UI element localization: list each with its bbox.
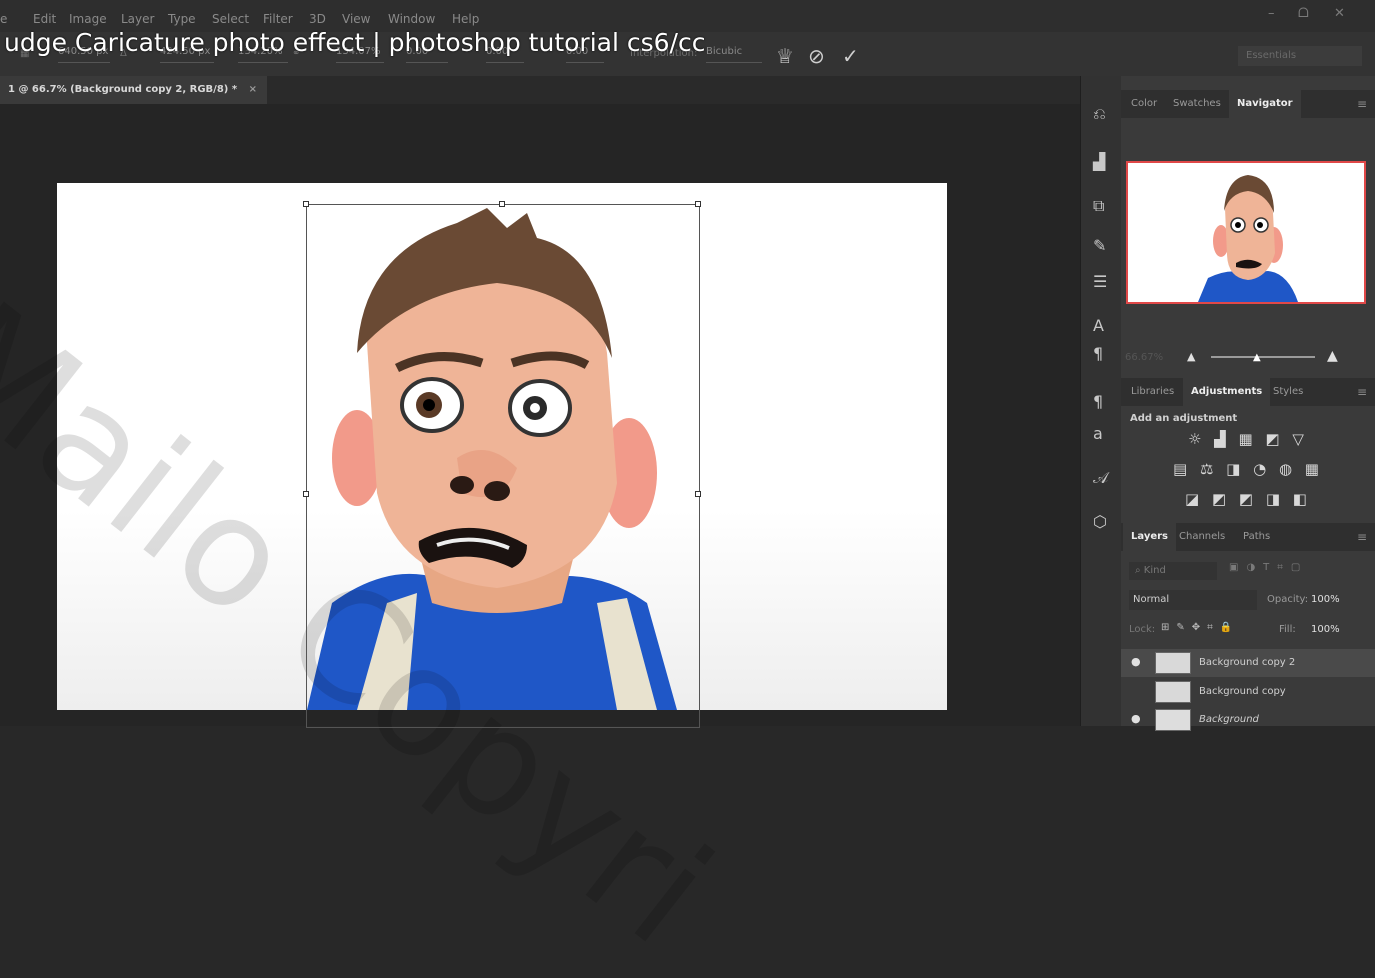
fill-label: Fill: <box>1279 624 1296 635</box>
layer-thumbnail <box>1155 681 1191 703</box>
transform-handle-top[interactable] <box>499 201 505 207</box>
warp-mode-icon[interactable]: ♕ <box>776 44 794 68</box>
layer-filter-row: ⌕ Kind ▣◑T⌗▢ <box>1129 560 1367 582</box>
transform-handle-left[interactable] <box>303 491 309 497</box>
navigator-panel-header: Color Swatches Navigator ≡ <box>1121 90 1375 118</box>
adjustment-icons-row-1[interactable]: ☼ ▟ ▦ ◩ ▽ <box>1121 430 1375 448</box>
layer-name: Background copy 2 <box>1199 657 1296 668</box>
tab-channels[interactable]: Channels <box>1171 523 1233 551</box>
adjustment-icons-row-3[interactable]: ◪ ◩ ◩ ◨ ◧ <box>1121 490 1375 508</box>
menu-file[interactable]: e <box>0 12 7 26</box>
menu-help[interactable]: Help <box>452 12 479 26</box>
transform-bounding-box[interactable] <box>306 204 700 728</box>
right-panel-area: Color Swatches Navigator ≡ 66.67% ▲ ▲ ▲ … <box>1121 76 1375 731</box>
clone-source-icon[interactable]: ⧉ <box>1093 196 1104 216</box>
paragraph-styles-icon[interactable]: ¶ <box>1093 392 1103 411</box>
adjustments-title: Add an adjustment <box>1130 413 1238 424</box>
menu-type[interactable]: Type <box>168 12 196 26</box>
video-title: udge Caricature photo effect | photoshop… <box>4 28 706 57</box>
character-styles-icon[interactable]: a <box>1093 424 1103 443</box>
minimize-icon[interactable]: – <box>1268 6 1275 21</box>
menu-filter[interactable]: Filter <box>263 12 293 26</box>
filter-kind-label: Kind <box>1143 565 1166 576</box>
document-tab-label: 1 @ 66.7% (Background copy 2, RGB/8) * <box>8 84 238 95</box>
3d-icon[interactable]: ⬡ <box>1093 512 1107 531</box>
menu-layer[interactable]: Layer <box>121 12 154 26</box>
transform-handle-top-right[interactable] <box>695 201 701 207</box>
levels-icon[interactable]: ▟ <box>1093 152 1105 171</box>
panel-dock-strip: ⎌ ▟ ⧉ ✎ ☰ A ¶ ¶ a 𝒜 ⬡ <box>1080 76 1121 726</box>
menu-image[interactable]: Image <box>69 12 107 26</box>
character-icon[interactable]: A <box>1093 316 1104 335</box>
cancel-transform-icon[interactable]: ⊘ <box>808 44 825 68</box>
zoom-out-icon[interactable]: ▲ <box>1187 350 1195 363</box>
layer-row-background-copy[interactable]: Background copy <box>1121 678 1375 706</box>
interpolation-select[interactable]: Bicubic <box>706 46 762 63</box>
glyphs-icon[interactable]: 𝒜 <box>1093 468 1108 488</box>
zoom-in-icon[interactable]: ▲ <box>1327 348 1338 364</box>
layer-name: Background copy <box>1199 686 1286 697</box>
adjustments-panel-header: Libraries Adjustments Styles ≡ <box>1121 378 1375 406</box>
zoom-slider-track[interactable] <box>1211 356 1315 358</box>
fill-value[interactable]: 100% <box>1311 624 1340 635</box>
layer-row-background-copy-2[interactable]: ● Background copy 2 <box>1121 649 1375 677</box>
adjustments-menu-icon[interactable]: ≡ <box>1357 378 1367 406</box>
adjustment-icons-row-2[interactable]: ▤ ⚖ ◨ ◔ ◍ ▦ <box>1121 460 1375 478</box>
layers-menu-icon[interactable]: ≡ <box>1357 523 1367 551</box>
document-tab-bar: 1 @ 66.7% (Background copy 2, RGB/8) * × <box>0 76 1080 104</box>
commit-transform-icon[interactable]: ✓ <box>842 44 859 68</box>
transform-handle-top-left[interactable] <box>303 201 309 207</box>
document-close-icon[interactable]: × <box>249 84 257 95</box>
navigator-thumbnail <box>1198 175 1298 302</box>
navigator-preview[interactable] <box>1126 161 1366 304</box>
blend-row: Normal Opacity: 100% <box>1129 590 1367 612</box>
lock-row: Lock: ⊞✎✥⌗🔒 Fill: 100% <box>1129 620 1367 642</box>
layer-filter-icons[interactable]: ▣◑T⌗▢ <box>1229 562 1308 573</box>
document-tab[interactable]: 1 @ 66.7% (Background copy 2, RGB/8) * × <box>0 76 267 104</box>
brush-presets-icon[interactable]: ✎ <box>1093 236 1106 255</box>
layer-row-background[interactable]: ● Background <box>1121 706 1375 734</box>
navigator-zoom-row: 66.67% ▲ ▲ ▲ <box>1121 346 1375 372</box>
menu-edit[interactable]: Edit <box>33 12 56 26</box>
tab-paths[interactable]: Paths <box>1235 523 1278 551</box>
zoom-slider-thumb[interactable]: ▲ <box>1253 352 1261 363</box>
opacity-value[interactable]: 100% <box>1311 594 1340 605</box>
menu-view[interactable]: View <box>342 12 370 26</box>
history-icon[interactable]: ⎌ <box>1093 104 1106 124</box>
layer-thumbnail <box>1155 652 1191 674</box>
lock-label: Lock: <box>1129 624 1156 635</box>
menu-window[interactable]: Window <box>388 12 435 26</box>
panel-menu-icon[interactable]: ≡ <box>1357 90 1367 118</box>
transform-handle-right[interactable] <box>695 491 701 497</box>
close-icon[interactable]: ✕ <box>1334 6 1345 21</box>
tab-styles[interactable]: Styles <box>1265 378 1311 406</box>
tab-layers[interactable]: Layers <box>1123 523 1176 551</box>
tab-navigator[interactable]: Navigator <box>1229 90 1301 118</box>
tool-presets-icon[interactable]: ☰ <box>1093 272 1107 291</box>
menu-select[interactable]: Select <box>212 12 249 26</box>
blend-mode-select[interactable]: Normal <box>1129 590 1257 610</box>
tab-adjustments[interactable]: Adjustments <box>1183 378 1271 406</box>
eye-icon[interactable]: ● <box>1131 712 1141 725</box>
layer-thumbnail <box>1155 709 1191 731</box>
workspace-select[interactable]: Essentials <box>1238 46 1362 66</box>
menu-3d[interactable]: 3D <box>309 12 326 26</box>
tab-color[interactable]: Color <box>1123 90 1165 118</box>
layers-panel-header: Layers Channels Paths ≡ <box>1121 523 1375 551</box>
tab-swatches[interactable]: Swatches <box>1165 90 1229 118</box>
layer-filter-kind[interactable]: ⌕ Kind <box>1129 562 1217 580</box>
lock-icons[interactable]: ⊞✎✥⌗🔒 <box>1161 622 1239 633</box>
restore-icon[interactable]: ᗝ <box>1298 6 1309 21</box>
opacity-label: Opacity: <box>1267 594 1309 605</box>
zoom-percent[interactable]: 66.67% <box>1125 352 1163 363</box>
tab-libraries[interactable]: Libraries <box>1123 378 1182 406</box>
eye-icon[interactable]: ● <box>1131 655 1141 668</box>
layer-name: Background <box>1199 714 1259 725</box>
paragraph-icon[interactable]: ¶ <box>1093 344 1103 363</box>
